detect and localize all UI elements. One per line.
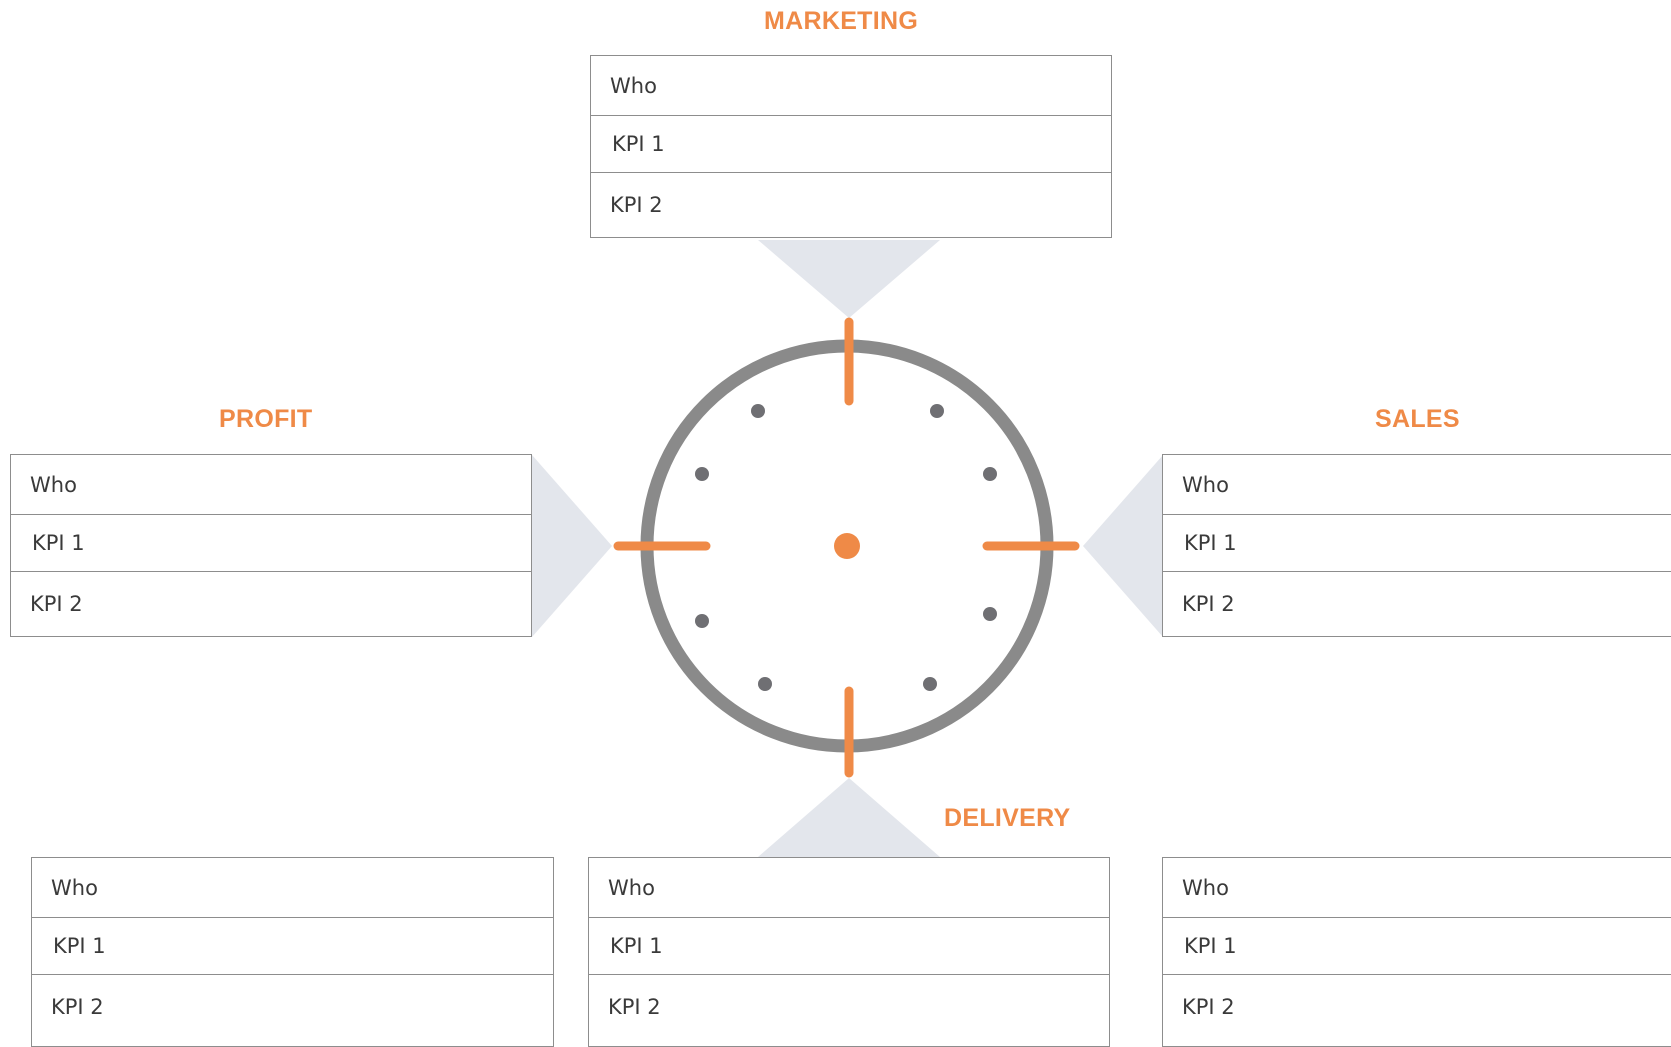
who-field[interactable]: Who — [1163, 455, 1671, 515]
kpi-1-field[interactable]: KPI 1 — [591, 116, 1111, 173]
kpi-2-field[interactable]: KPI 2 — [591, 173, 1111, 237]
kpi-2-field[interactable]: KPI 2 — [32, 975, 553, 1039]
kpi-1-field[interactable]: KPI 1 — [589, 918, 1109, 975]
who-field[interactable]: Who — [1163, 858, 1671, 918]
kpi-1-field[interactable]: KPI 1 — [1163, 515, 1671, 572]
marketing-kpi-table: Who KPI 1 KPI 2 — [590, 55, 1112, 238]
sales-title: SALES — [1375, 405, 1460, 433]
marketing-title: MARKETING — [764, 7, 919, 35]
kpi-1-field[interactable]: KPI 1 — [1163, 918, 1671, 975]
who-field[interactable]: Who — [11, 455, 531, 515]
who-field[interactable]: Who — [589, 858, 1109, 918]
marketing-connector — [758, 240, 940, 318]
target-center-dot — [834, 533, 860, 559]
profit-kpi-table: Who KPI 1 KPI 2 — [10, 454, 532, 637]
kpi-2-field[interactable]: KPI 2 — [1163, 572, 1671, 636]
bottom-left-kpi-table: Who KPI 1 KPI 2 — [31, 857, 554, 1047]
delivery-kpi-table: Who KPI 1 KPI 2 — [588, 857, 1110, 1047]
kpi-2-field[interactable]: KPI 2 — [1163, 975, 1671, 1039]
profit-connector — [532, 455, 612, 637]
profit-title: PROFIT — [219, 405, 313, 433]
who-field[interactable]: Who — [32, 858, 553, 918]
who-field[interactable]: Who — [591, 56, 1111, 116]
bottom-right-kpi-table: Who KPI 1 KPI 2 — [1162, 857, 1671, 1047]
kpi-1-field[interactable]: KPI 1 — [11, 515, 531, 572]
delivery-connector — [758, 778, 940, 857]
sales-connector — [1083, 455, 1163, 637]
kpi-2-field[interactable]: KPI 2 — [11, 572, 531, 636]
kpi-1-field[interactable]: KPI 1 — [32, 918, 553, 975]
delivery-title: DELIVERY — [944, 804, 1071, 832]
sales-kpi-table: Who KPI 1 KPI 2 — [1162, 454, 1671, 637]
kpi-2-field[interactable]: KPI 2 — [589, 975, 1109, 1039]
